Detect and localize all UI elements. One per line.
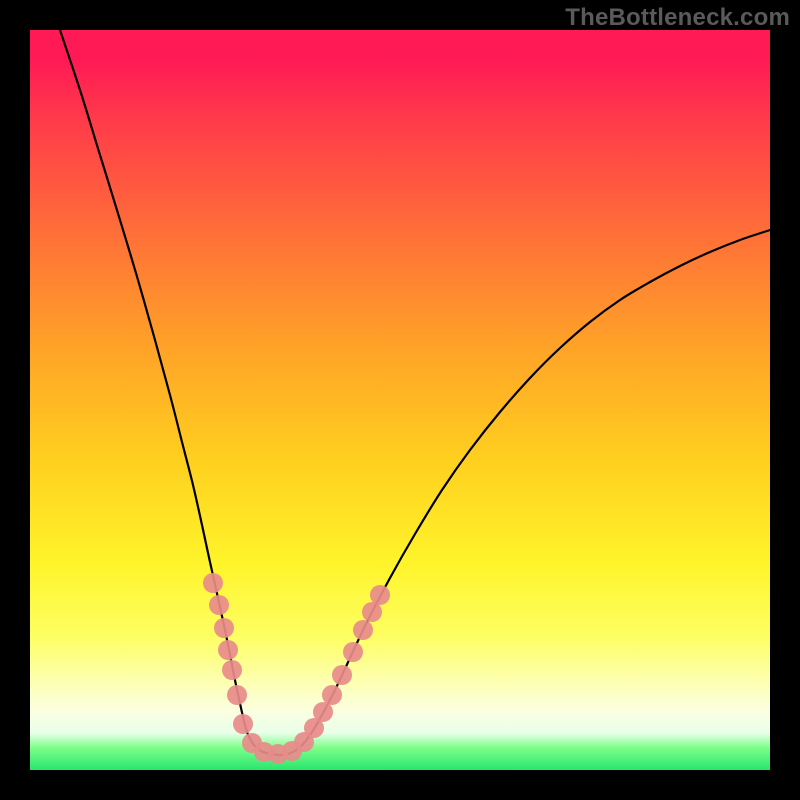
marker-dot bbox=[214, 618, 234, 638]
marker-dot bbox=[218, 640, 238, 660]
watermark-text: TheBottleneck.com bbox=[565, 4, 790, 32]
marker-dot bbox=[332, 665, 352, 685]
marker-dot bbox=[222, 660, 242, 680]
curve-right-branch bbox=[280, 230, 770, 755]
marker-dot bbox=[209, 595, 229, 615]
marker-dot bbox=[353, 620, 373, 640]
marker-dot bbox=[362, 602, 382, 622]
marker-dot bbox=[370, 585, 390, 605]
marker-dot bbox=[227, 685, 247, 705]
marker-dot bbox=[343, 642, 363, 662]
marker-dot bbox=[313, 702, 333, 722]
plot-area bbox=[30, 30, 770, 770]
curve-left-branch bbox=[60, 30, 280, 755]
marker-dot bbox=[322, 685, 342, 705]
chart-svg bbox=[30, 30, 770, 770]
marker-dot bbox=[203, 573, 223, 593]
marker-dot bbox=[233, 714, 253, 734]
chart-frame: TheBottleneck.com bbox=[0, 0, 800, 800]
